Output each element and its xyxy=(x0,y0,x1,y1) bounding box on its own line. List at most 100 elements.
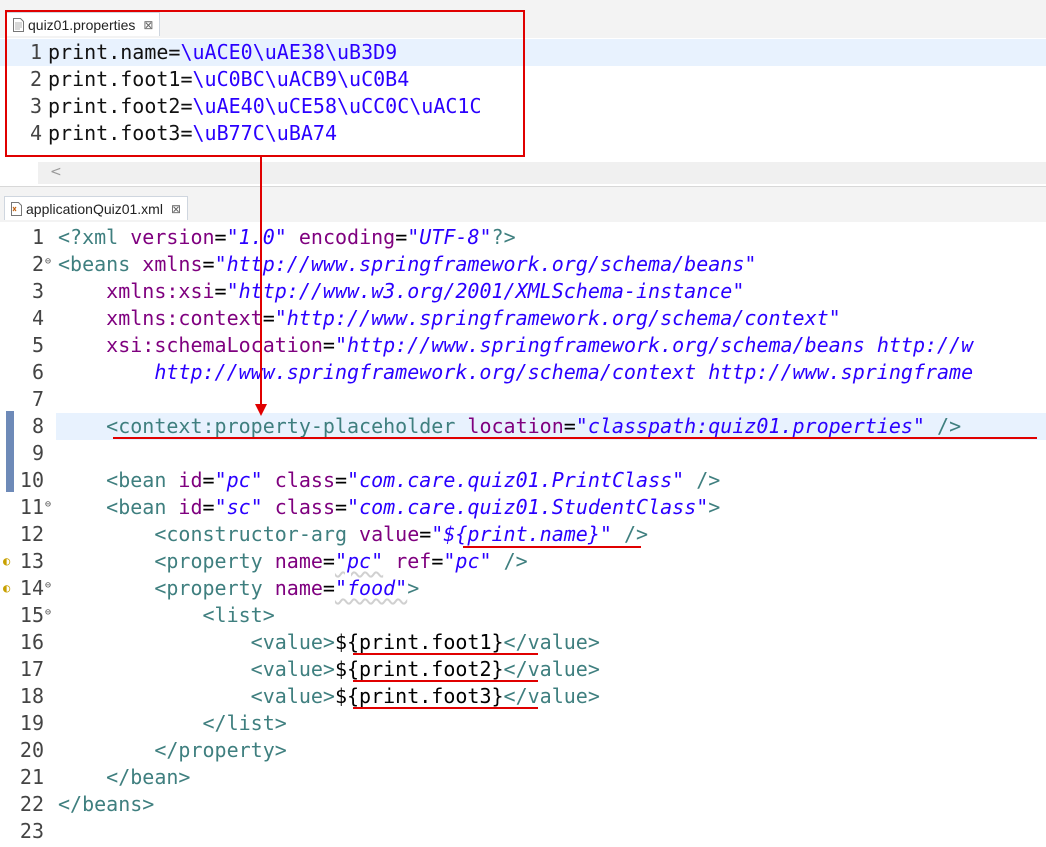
xml-line[interactable]: 21 </bean> xyxy=(0,764,1046,791)
horizontal-scrollbar[interactable]: < xyxy=(38,162,1046,184)
line-number: 16 xyxy=(19,630,44,654)
line-number: 11 xyxy=(19,495,44,519)
code-token: ${print.foot2} xyxy=(334,657,504,681)
xml-line[interactable]: 7 xyxy=(0,386,1046,413)
fold-toggle-icon[interactable]: ⊖ xyxy=(45,248,51,275)
code-token: class xyxy=(274,468,335,492)
xml-line[interactable]: 10 <bean id="pc" class="com.care.quiz01.… xyxy=(0,467,1046,494)
xml-editor[interactable]: 1 <?xml version="1.0" encoding="UTF-8"?> 2… xyxy=(0,222,1046,847)
xml-line[interactable]: 15 ⊖ <list> xyxy=(0,602,1046,629)
xml-line[interactable]: 20 </property> xyxy=(0,737,1046,764)
code-token: "food" xyxy=(334,576,408,600)
code-token: = xyxy=(335,468,348,492)
code-token: <property xyxy=(154,576,275,600)
xml-line[interactable]: 9 xyxy=(0,440,1046,467)
xml-line[interactable]: 17 <value>${print.foot2}</value> xyxy=(0,656,1046,683)
fold-toggle-icon[interactable]: ⊖ xyxy=(45,491,51,518)
code-token: "${print.name}" xyxy=(431,522,612,546)
fold-toggle-icon[interactable]: ⊖ xyxy=(45,599,51,626)
properties-entry: print.foot2=\uAE40\uCE58\uCC0C\uAC1C xyxy=(48,93,481,120)
properties-line[interactable]: 2 print.foot1=\uC0BC\uACB9\uC0B4 xyxy=(0,66,1046,93)
code-token: "http://www.springframework.org/schema/c… xyxy=(274,306,841,330)
code-token: = xyxy=(431,549,444,573)
code-token: xmlns xyxy=(142,252,203,276)
code-token: ${print.foot3} xyxy=(334,684,504,708)
code-token: > xyxy=(708,495,721,519)
fold-toggle-icon[interactable]: ⊖ xyxy=(45,572,51,599)
properties-line[interactable]: 4 print.foot3=\uB77C\uBA74 xyxy=(0,120,1046,147)
code-token: <bean xyxy=(106,468,179,492)
property-value: \uACE0\uAE38\uB3D9 xyxy=(180,40,398,64)
property-value: \uAE40\uCE58\uCC0C\uAC1C xyxy=(192,94,482,118)
code-token: = xyxy=(202,495,215,519)
code-token: "pc" xyxy=(214,468,263,492)
code-token: <constructor-arg xyxy=(154,522,360,546)
code-token: http://www.springframework.org/schema/co… xyxy=(58,360,974,384)
xml-line[interactable]: ◐ 14 ⊖ <property name="food"> xyxy=(0,575,1046,602)
line-number: 21 xyxy=(19,765,44,789)
property-key: print.foot2= xyxy=(48,94,193,118)
xml-line[interactable]: 4 xmlns:context="http://www.springframew… xyxy=(0,305,1046,332)
tab-quiz01-properties[interactable]: quiz01.properties ⊠ xyxy=(6,12,161,36)
code-token: = xyxy=(202,468,215,492)
scroll-left-icon[interactable]: < xyxy=(50,164,62,180)
tab-title: applicationQuiz01.xml xyxy=(26,200,163,217)
xml-code: xsi:schemaLocation="http://www.springfra… xyxy=(58,332,973,359)
xml-line[interactable]: 11 ⊖ <bean id="sc" class="com.care.quiz01… xyxy=(0,494,1046,521)
code-token: name xyxy=(274,576,323,600)
properties-line[interactable]: 1 print.name=\uACE0\uAE38\uB3D9 xyxy=(0,39,1046,66)
close-tab-icon[interactable]: ⊠ xyxy=(171,202,181,216)
xml-line[interactable]: 23 xyxy=(0,818,1046,845)
code-token: <bean xyxy=(106,495,179,519)
xml-line[interactable]: 12 <constructor-arg value="${print.name}… xyxy=(0,521,1046,548)
code-token: </beans> xyxy=(58,792,155,816)
code-token: <value> xyxy=(250,630,335,654)
xml-code: <value>${print.foot3}</value> xyxy=(58,683,600,710)
xml-code: xmlns:xsi="http://www.w3.org/2001/XMLSch… xyxy=(58,278,744,305)
code-token: ${print.foot1} xyxy=(334,630,504,654)
code-token: = xyxy=(563,414,576,438)
tab-application-quiz01-xml[interactable]: applicationQuiz01.xml ⊠ xyxy=(4,196,189,220)
line-number: 20 xyxy=(19,738,44,762)
code-token: id xyxy=(178,495,203,519)
xml-line[interactable]: 1 <?xml version="1.0" encoding="UTF-8"?> xyxy=(0,224,1046,251)
xml-line[interactable]: ◐ 13 <property name="pc" ref="pc" /> xyxy=(0,548,1046,575)
code-token: = xyxy=(214,225,227,249)
xml-line[interactable]: 16 <value>${print.foot1}</value> xyxy=(0,629,1046,656)
line-number: 13 xyxy=(19,549,44,573)
xml-line[interactable]: 22 </beans> xyxy=(0,791,1046,818)
property-key: print.foot3= xyxy=(48,121,193,145)
xml-line[interactable]: 8 <context:property-placeholder location… xyxy=(32,413,1046,440)
line-number: 6 xyxy=(31,360,44,384)
code-token: <?xml xyxy=(58,225,131,249)
xml-line[interactable]: 5 xsi:schemaLocation="http://www.springf… xyxy=(0,332,1046,359)
xml-line[interactable]: 3 xmlns:xsi="http://www.w3.org/2001/XMLS… xyxy=(0,278,1046,305)
line-number: 4 xyxy=(29,121,42,145)
properties-line[interactable]: 3 print.foot2=\uAE40\uCE58\uCC0C\uAC1C xyxy=(0,93,1046,120)
code-token: <property xyxy=(154,549,275,573)
xml-line[interactable]: 18 <value>${print.foot3}</value> xyxy=(0,683,1046,710)
xml-line[interactable]: 6 http://www.springframework.org/schema/… xyxy=(0,359,1046,386)
code-token: "http://www.w3.org/2001/XMLSchema-instan… xyxy=(226,279,745,303)
property-value: \uB77C\uBA74 xyxy=(192,121,338,145)
xml-line[interactable]: 2 ⊖ <beans xmlns="http://www.springframewo… xyxy=(0,251,1046,278)
line-number: 1 xyxy=(31,225,44,249)
close-tab-icon[interactable]: ⊠ xyxy=(143,18,153,32)
code-token: "UTF-8" xyxy=(407,225,492,249)
xml-line[interactable]: 19 </list> xyxy=(0,710,1046,737)
properties-editor[interactable]: 1 print.name=\uACE0\uAE38\uB3D9 2 print.foo… xyxy=(0,38,1046,162)
properties-file-icon xyxy=(13,17,24,32)
xml-code: </bean> xyxy=(58,764,190,791)
code-token: </list> xyxy=(202,711,287,735)
line-number: 18 xyxy=(19,684,44,708)
code-token: <list> xyxy=(202,603,275,627)
code-token: = xyxy=(322,549,335,573)
